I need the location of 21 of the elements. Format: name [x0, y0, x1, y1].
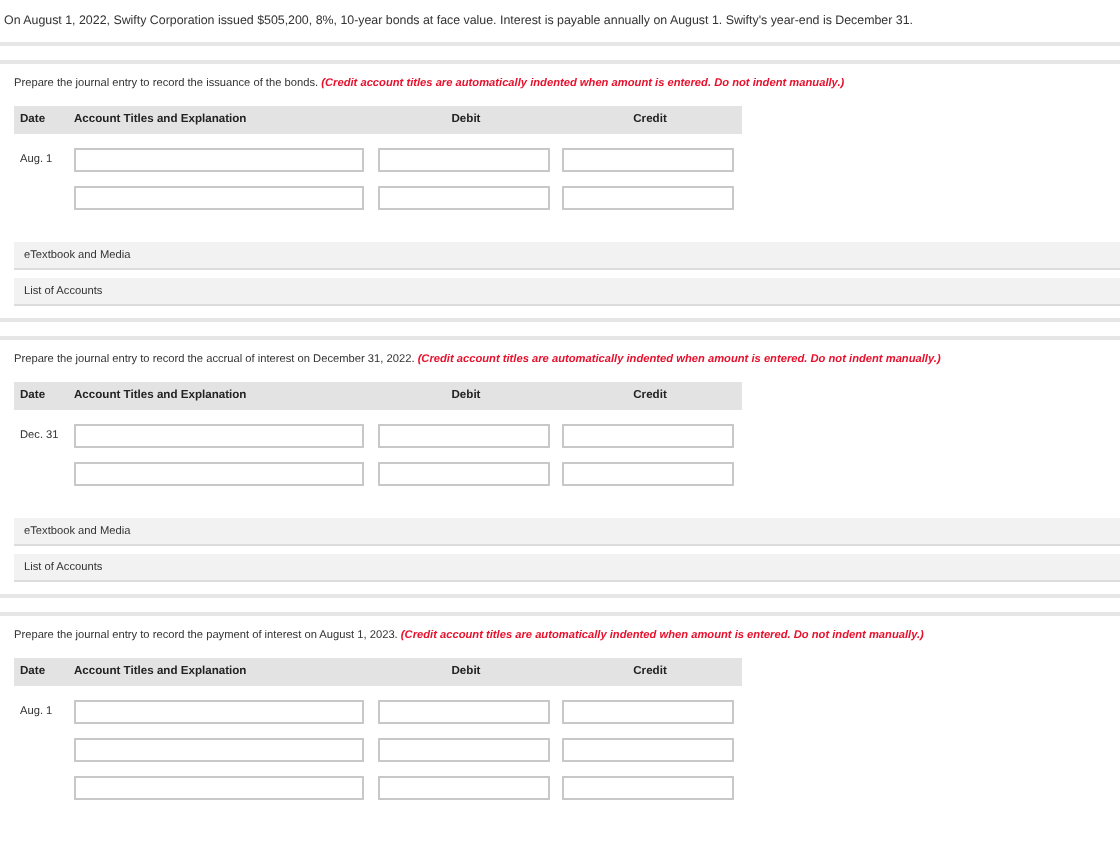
- credit-field[interactable]: [562, 148, 734, 172]
- debit-field[interactable]: [378, 462, 550, 486]
- account-field[interactable]: [74, 148, 364, 172]
- debit-field[interactable]: [378, 424, 550, 448]
- credit-field[interactable]: [562, 700, 734, 724]
- account-field[interactable]: [74, 186, 364, 210]
- account-field[interactable]: [74, 462, 364, 486]
- account-field[interactable]: [74, 700, 364, 724]
- credit-field[interactable]: [562, 738, 734, 762]
- credit-field[interactable]: [562, 186, 734, 210]
- credit-field[interactable]: [562, 462, 734, 486]
- debit-field[interactable]: [378, 186, 550, 210]
- debit-field[interactable]: [378, 700, 550, 724]
- credit-field[interactable]: [562, 776, 734, 800]
- debit-field[interactable]: [378, 148, 550, 172]
- account-field[interactable]: [74, 776, 364, 800]
- credit-field[interactable]: [562, 424, 734, 448]
- account-field[interactable]: [74, 738, 364, 762]
- debit-field[interactable]: [378, 738, 550, 762]
- account-field[interactable]: [74, 424, 364, 448]
- debit-field[interactable]: [378, 776, 550, 800]
